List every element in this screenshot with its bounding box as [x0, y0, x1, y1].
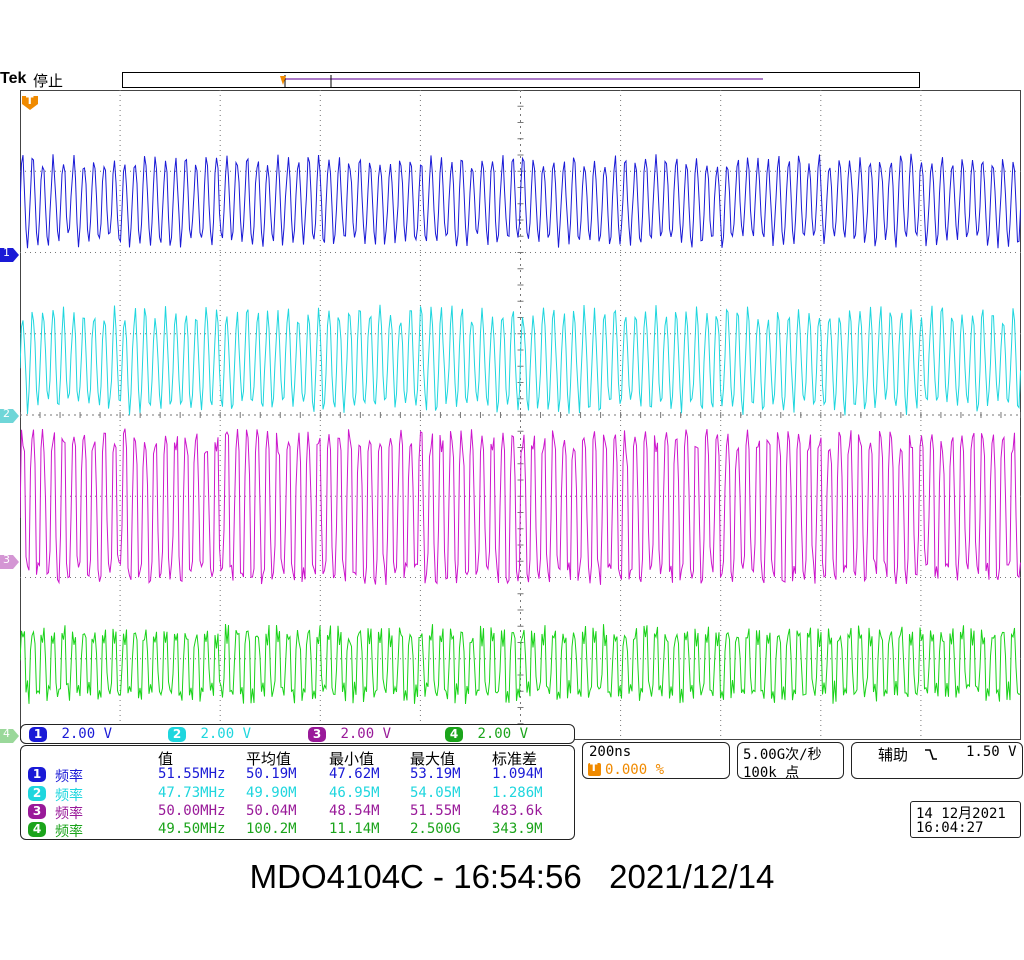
channel-1-ground-marker[interactable]: 1	[0, 246, 19, 262]
channel-2-scale[interactable]: 2 2.00 V	[168, 726, 251, 742]
channel-3-scale-value: 2.00 V	[340, 726, 392, 742]
row-mean: 49.90M	[246, 785, 297, 801]
horizontal-readout[interactable]: 200ns T 0.000 %	[582, 742, 730, 779]
row-measurement-label: 频率	[55, 806, 83, 822]
row-min: 46.95M	[329, 785, 380, 801]
row-max: 2.500G	[410, 821, 461, 837]
capture-caption: MDO4104C - 16:54:56 2021/12/14	[249, 858, 775, 895]
channel-4-scale[interactable]: 4 2.00 V	[445, 726, 528, 742]
row-min: 11.14M	[329, 821, 380, 837]
channel-2-marker-label: 2	[3, 407, 10, 420]
channel-1-scale[interactable]: 1 2.00 V	[29, 726, 112, 742]
horizontal-position: 0.000 %	[605, 762, 665, 778]
row-value: 51.55MHz	[158, 766, 226, 782]
row-value: 50.00MHz	[158, 803, 226, 819]
trigger-source: 辅助	[878, 746, 909, 764]
channel-1-badge: 1	[29, 727, 47, 742]
row-mean: 100.2M	[246, 821, 297, 837]
channel-2-scale-value: 2.00 V	[200, 726, 252, 742]
datetime-readout: 14 12月2021 16:04:27	[910, 801, 1021, 838]
row-std: 1.286M	[492, 785, 543, 801]
row-mean: 50.04M	[246, 803, 297, 819]
oscilloscope-screen: Tek 停止 T 1 2 3 4 1 2.00 V 2 2.00 V 3 2.0…	[0, 0, 1024, 960]
row-value: 49.50MHz	[158, 821, 226, 837]
row-measurement-label: 频率	[55, 769, 83, 785]
channel-3-badge: 3	[308, 727, 326, 742]
row-mean: 50.19M	[246, 766, 297, 782]
row-min: 48.54M	[329, 803, 380, 819]
row-std: 343.9M	[492, 821, 543, 837]
channel-1-marker-label: 1	[3, 246, 10, 259]
channel-4-scale-value: 2.00 V	[477, 726, 529, 742]
row-max: 53.19M	[410, 766, 461, 782]
row-channel-badge: 3	[28, 804, 46, 819]
row-channel-badge: 2	[28, 786, 46, 801]
record-length: 100k 点	[743, 765, 800, 781]
trigger-level: 1.50 V	[966, 744, 1017, 760]
row-std: 483.6k	[492, 803, 543, 819]
channel-3-marker-label: 3	[3, 553, 10, 566]
time: 16:04:27	[916, 820, 984, 836]
record-view-bar[interactable]	[122, 72, 920, 88]
channel-3-scale[interactable]: 3 2.00 V	[308, 726, 391, 742]
trigger-marker-label: T	[26, 94, 34, 107]
row-measurement-label: 频率	[55, 788, 83, 804]
channel-2-badge: 2	[168, 727, 186, 742]
trigger-position-marker[interactable]: T	[22, 94, 38, 110]
trigger-position-icon: T	[588, 761, 601, 776]
channel-4-marker-label: 4	[3, 727, 10, 740]
channel-1-scale-value: 2.00 V	[61, 726, 113, 742]
waveform-display[interactable]	[20, 90, 1021, 740]
row-max: 54.05M	[410, 785, 461, 801]
row-min: 47.62M	[329, 766, 380, 782]
channel-4-badge: 4	[445, 727, 463, 742]
channel-2-ground-marker[interactable]: 2	[0, 407, 19, 423]
acquisition-readout[interactable]: 5.00G次/秒 100k 点	[737, 742, 844, 781]
channel-4-ground-marker[interactable]: 4	[0, 727, 19, 743]
waveform-area	[20, 90, 1021, 740]
row-channel-badge: 1	[28, 767, 46, 782]
trigger-readout[interactable]: 辅助 1.50 V	[851, 742, 1023, 779]
falling-edge-icon	[925, 749, 937, 760]
channel-scale-bar: 1 2.00 V 2 2.00 V 3 2.00 V 4 2.00 V	[20, 724, 575, 744]
row-channel-badge: 4	[28, 822, 46, 837]
row-max: 51.55M	[410, 803, 461, 819]
row-measurement-label: 频率	[55, 824, 83, 840]
acquisition-status: 停止	[33, 72, 64, 90]
brand-logo: Tek	[0, 70, 27, 87]
sample-rate: 5.00G次/秒	[743, 747, 822, 763]
record-view-indicator	[280, 75, 763, 87]
horizontal-scale: 200ns	[589, 744, 632, 760]
channel-3-ground-marker[interactable]: 3	[0, 553, 19, 569]
row-value: 47.73MHz	[158, 785, 226, 801]
row-std: 1.094M	[492, 766, 543, 782]
